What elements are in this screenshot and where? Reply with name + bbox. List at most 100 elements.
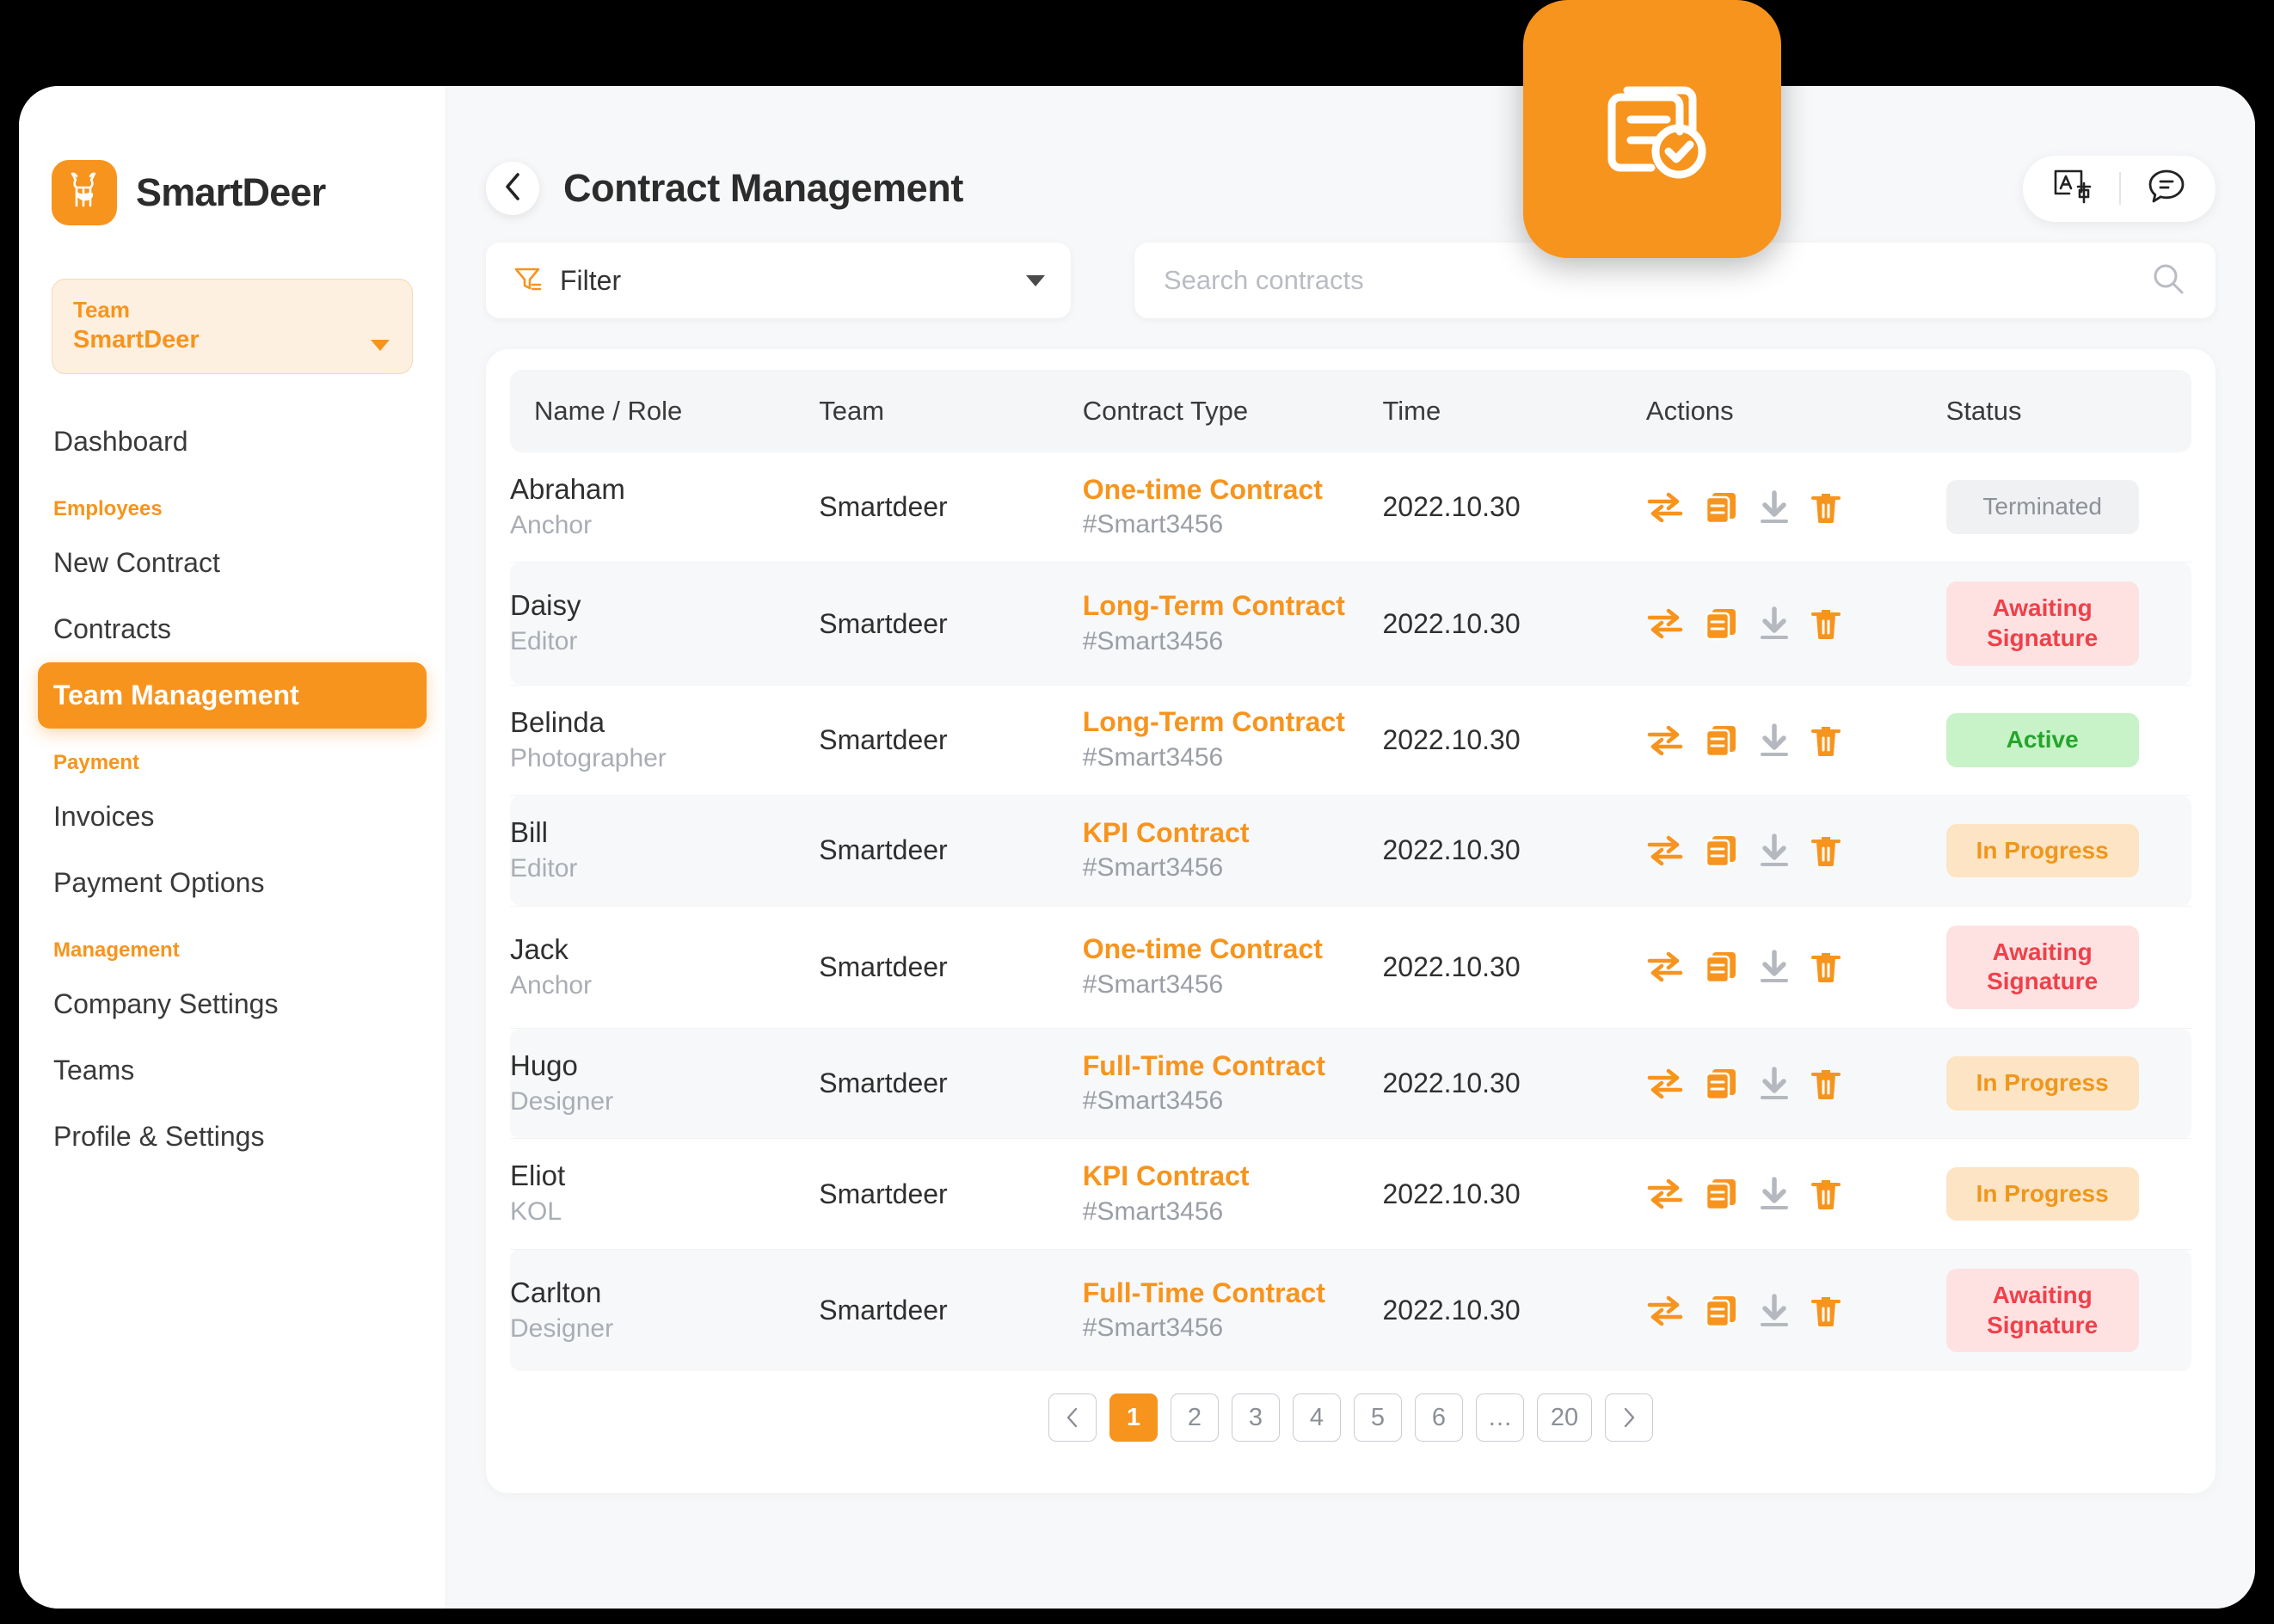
transfer-icon[interactable] xyxy=(1646,606,1684,641)
delete-icon[interactable] xyxy=(1810,1066,1842,1102)
cell-contract-type: Full-Time Contract#Smart3456 xyxy=(1083,1249,1383,1371)
pagination-page-2[interactable]: 2 xyxy=(1171,1393,1219,1442)
pagination-page-3[interactable]: 3 xyxy=(1232,1393,1280,1442)
action-buttons xyxy=(1646,1293,1946,1329)
contracts-table: Name / Role Team Contract Type Time Acti… xyxy=(510,370,2191,1371)
delete-icon[interactable] xyxy=(1810,1293,1842,1329)
sidebar-item-invoices[interactable]: Invoices xyxy=(52,784,413,850)
cell-name-role: CarltonDesigner xyxy=(510,1249,819,1371)
delete-icon[interactable] xyxy=(1810,1176,1842,1212)
transfer-icon[interactable] xyxy=(1646,1067,1684,1101)
cell-team: Smartdeer xyxy=(819,452,1082,563)
download-icon[interactable] xyxy=(1758,949,1791,985)
duplicate-icon[interactable] xyxy=(1703,489,1739,526)
sidebar-item-team-management[interactable]: Team Management xyxy=(38,662,427,729)
back-button[interactable] xyxy=(486,162,539,215)
pagination-prev-button[interactable] xyxy=(1048,1393,1097,1442)
cell-name-role: EliotKOL xyxy=(510,1139,819,1249)
table-row[interactable]: AbrahamAnchorSmartdeerOne-time Contract#… xyxy=(510,452,2191,563)
search-input[interactable] xyxy=(1164,265,2150,296)
action-buttons xyxy=(1646,723,1946,759)
pagination-page-4[interactable]: 4 xyxy=(1293,1393,1341,1442)
cell-name-role: BillEditor xyxy=(510,796,819,906)
transfer-icon[interactable] xyxy=(1646,950,1684,984)
sidebar-section-employees: Employees xyxy=(52,475,413,530)
download-icon[interactable] xyxy=(1758,489,1791,526)
table-row[interactable]: HugoDesignerSmartdeerFull-Time Contract#… xyxy=(510,1029,2191,1139)
duplicate-icon[interactable] xyxy=(1703,1293,1739,1329)
cell-status: In Progress xyxy=(1946,1139,2191,1249)
chevron-left-icon xyxy=(503,172,522,206)
pagination-next-button[interactable] xyxy=(1605,1393,1653,1442)
filter-dropdown[interactable]: Filter xyxy=(486,243,1071,318)
delete-icon[interactable] xyxy=(1810,723,1842,759)
team-name: Smartdeer xyxy=(819,1295,947,1326)
transfer-icon[interactable] xyxy=(1646,834,1684,868)
cell-team: Smartdeer xyxy=(819,563,1082,685)
sidebar-item-new-contract[interactable]: New Contract xyxy=(52,530,413,596)
cell-team: Smartdeer xyxy=(819,1029,1082,1139)
contract-time: 2022.10.30 xyxy=(1382,951,1520,982)
pagination-page-6[interactable]: 6 xyxy=(1415,1393,1463,1442)
contract-id: #Smart3456 xyxy=(1083,624,1383,660)
download-icon[interactable] xyxy=(1758,1176,1791,1212)
language-button[interactable] xyxy=(2052,168,2093,210)
download-icon[interactable] xyxy=(1758,723,1791,759)
delete-icon[interactable] xyxy=(1810,949,1842,985)
sidebar-item-contracts[interactable]: Contracts xyxy=(52,596,413,662)
sidebar-item-company-settings[interactable]: Company Settings xyxy=(52,971,413,1037)
sidebar-item-dashboard[interactable]: Dashboard xyxy=(52,409,413,475)
table-body: AbrahamAnchorSmartdeerOne-time Contract#… xyxy=(510,452,2191,1371)
delete-icon[interactable] xyxy=(1810,489,1842,526)
delete-icon[interactable] xyxy=(1810,833,1842,869)
status-badge: Terminated xyxy=(1946,480,2139,534)
duplicate-icon[interactable] xyxy=(1703,1176,1739,1212)
cell-status: Awaiting Signature xyxy=(1946,1249,2191,1371)
cell-time: 2022.10.30 xyxy=(1382,1139,1645,1249)
sidebar-item-payment-options[interactable]: Payment Options xyxy=(52,850,413,916)
duplicate-icon[interactable] xyxy=(1703,723,1739,759)
transfer-icon[interactable] xyxy=(1646,723,1684,758)
cell-actions xyxy=(1646,1029,1946,1139)
page-header: Contract Management xyxy=(486,86,2216,224)
contract-id: #Smart3456 xyxy=(1083,1195,1383,1230)
search-icon[interactable] xyxy=(2150,261,2186,301)
table-row[interactable]: BelindaPhotographerSmartdeerLong-Term Co… xyxy=(510,685,2191,795)
table-row[interactable]: DaisyEditorSmartdeerLong-Term Contract#S… xyxy=(510,563,2191,685)
table-row[interactable]: EliotKOLSmartdeerKPI Contract#Smart34562… xyxy=(510,1139,2191,1249)
sidebar-item-teams[interactable]: Teams xyxy=(52,1037,413,1104)
action-buttons xyxy=(1646,1066,1946,1102)
transfer-icon[interactable] xyxy=(1646,490,1684,525)
download-icon[interactable] xyxy=(1758,833,1791,869)
delete-icon[interactable] xyxy=(1810,606,1842,642)
download-icon[interactable] xyxy=(1758,606,1791,642)
cell-time: 2022.10.30 xyxy=(1382,1029,1645,1139)
duplicate-icon[interactable] xyxy=(1703,833,1739,869)
pagination-page-5[interactable]: 5 xyxy=(1354,1393,1402,1442)
team-name: Smartdeer xyxy=(819,1067,947,1098)
pagination-page-20[interactable]: 20 xyxy=(1537,1393,1592,1442)
team-selector[interactable]: Team SmartDeer xyxy=(52,279,413,374)
duplicate-icon[interactable] xyxy=(1703,606,1739,642)
duplicate-icon[interactable] xyxy=(1703,1066,1739,1102)
cell-team: Smartdeer xyxy=(819,1249,1082,1371)
table-row[interactable]: JackAnchorSmartdeerOne-time Contract#Sma… xyxy=(510,906,2191,1028)
transfer-icon[interactable] xyxy=(1646,1177,1684,1211)
person-name: Jack xyxy=(510,932,819,969)
page-title: Contract Management xyxy=(563,166,963,211)
cell-status: In Progress xyxy=(1946,1029,2191,1139)
chat-button[interactable] xyxy=(2147,168,2186,210)
team-selector-value: SmartDeer xyxy=(73,324,391,355)
pagination-page-…[interactable]: … xyxy=(1476,1393,1524,1442)
contract-type: Long-Term Contract xyxy=(1083,704,1367,741)
transfer-icon[interactable] xyxy=(1646,1294,1684,1328)
cell-actions xyxy=(1646,452,1946,563)
cell-status: Terminated xyxy=(1946,452,2191,563)
sidebar-item-profile-settings[interactable]: Profile & Settings xyxy=(52,1104,413,1170)
download-icon[interactable] xyxy=(1758,1293,1791,1329)
table-row[interactable]: CarltonDesignerSmartdeer Full-Time Contra… xyxy=(510,1249,2191,1371)
table-row[interactable]: BillEditorSmartdeerKPI Contract#Smart345… xyxy=(510,796,2191,906)
download-icon[interactable] xyxy=(1758,1066,1791,1102)
pagination-page-1[interactable]: 1 xyxy=(1109,1393,1158,1442)
duplicate-icon[interactable] xyxy=(1703,949,1739,985)
